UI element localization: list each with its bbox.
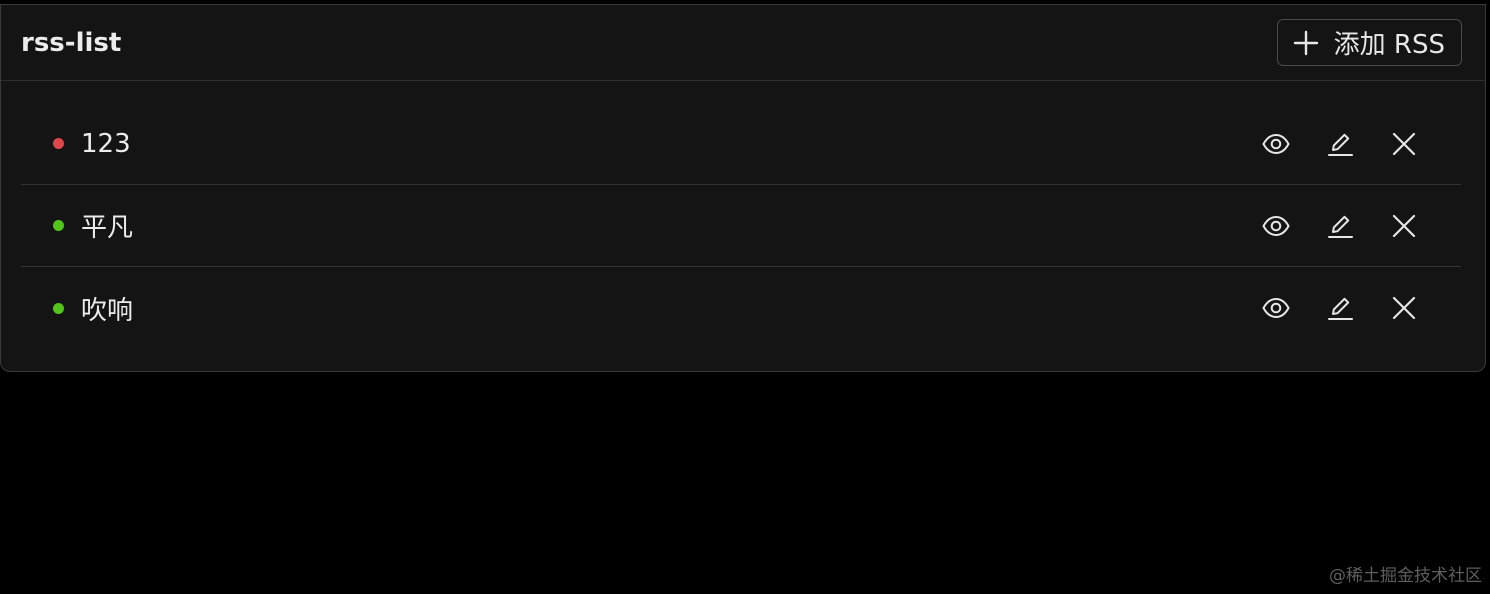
row-actions — [1259, 209, 1461, 243]
status-dot — [53, 302, 64, 314]
eye-icon[interactable] — [1259, 291, 1293, 325]
page-title: rss-list — [21, 27, 122, 58]
feed-info: 123 — [21, 129, 131, 159]
close-icon[interactable] — [1387, 291, 1421, 325]
feed-list: 123 平凡 吹响 — [1, 81, 1485, 349]
list-item: 123 — [21, 103, 1461, 185]
feed-name[interactable]: 吹响 — [81, 290, 133, 327]
row-actions — [1259, 291, 1461, 325]
feed-info: 平凡 — [21, 207, 133, 244]
list-item: 平凡 — [21, 185, 1461, 267]
close-icon[interactable] — [1387, 127, 1421, 161]
watermark: @稀土掘金技术社区 — [1329, 566, 1482, 586]
eye-icon[interactable] — [1259, 209, 1293, 243]
plus-icon — [1292, 29, 1320, 57]
edit-icon[interactable] — [1323, 209, 1357, 243]
rss-list-card: rss-list 添加 RSS 123 平凡 吹响 — [0, 4, 1486, 372]
add-rss-button[interactable]: 添加 RSS — [1276, 19, 1462, 66]
status-dot — [53, 220, 64, 231]
list-item: 吹响 — [21, 267, 1461, 349]
status-dot — [53, 138, 64, 149]
edit-icon[interactable] — [1323, 291, 1357, 325]
feed-name[interactable]: 平凡 — [81, 207, 133, 244]
close-icon[interactable] — [1387, 209, 1421, 243]
feed-name[interactable]: 123 — [81, 129, 131, 159]
row-actions — [1259, 127, 1461, 161]
eye-icon[interactable] — [1259, 127, 1293, 161]
edit-icon[interactable] — [1323, 127, 1357, 161]
card-header: rss-list 添加 RSS — [1, 5, 1485, 81]
feed-info: 吹响 — [21, 290, 133, 327]
add-rss-label: 添加 RSS — [1333, 30, 1445, 60]
